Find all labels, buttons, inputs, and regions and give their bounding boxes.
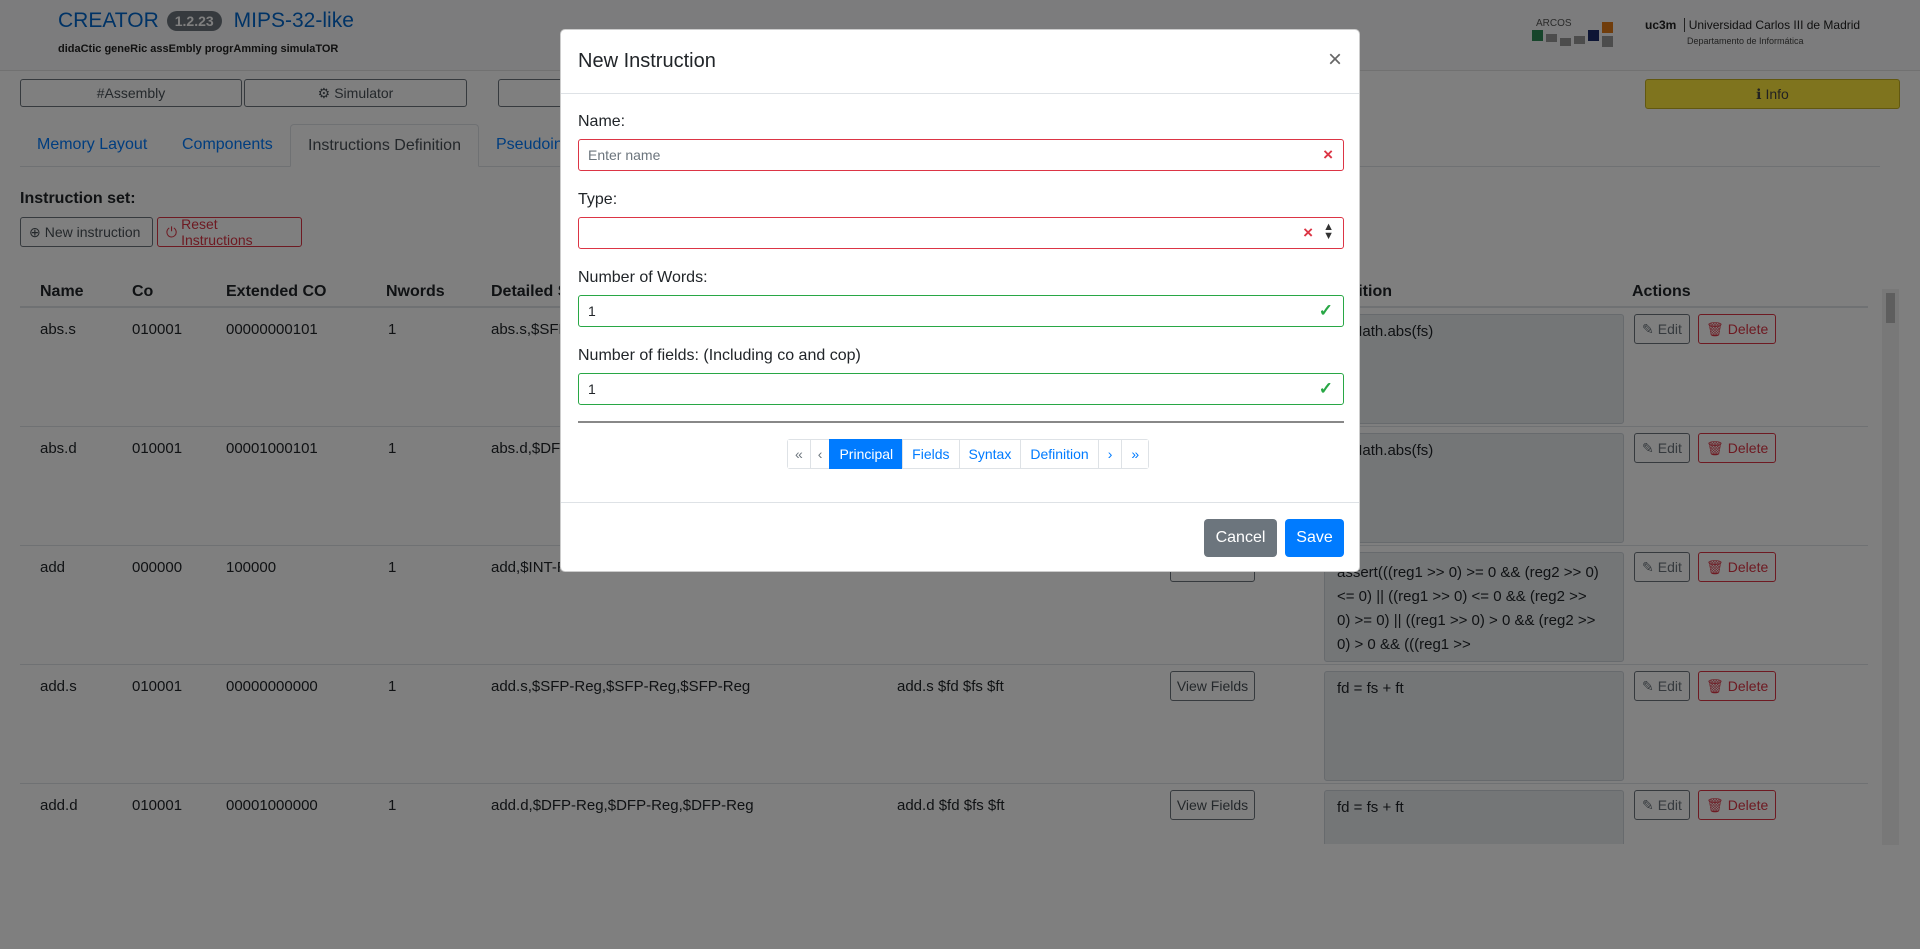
- type-label: Type:: [578, 191, 618, 208]
- page-fields[interactable]: Fields: [902, 439, 960, 469]
- type-select[interactable]: × ▲ ▼: [578, 217, 1344, 249]
- form-pagination: « ‹ Principal Fields Syntax Definition ›…: [787, 439, 1150, 469]
- page-next-button[interactable]: ›: [1097, 439, 1123, 469]
- page-first-button[interactable]: «: [787, 439, 811, 469]
- nwords-value: 1: [588, 303, 596, 319]
- nfields-input[interactable]: 1 ✓: [578, 373, 1344, 405]
- form-divider: [578, 421, 1344, 423]
- valid-icon: ✓: [1318, 301, 1333, 320]
- nwords-label: Number of Words:: [578, 269, 708, 286]
- save-button[interactable]: Save: [1285, 519, 1344, 557]
- modal-header: New Instruction ×: [561, 30, 1359, 94]
- invalid-icon: ×: [1303, 223, 1313, 242]
- nwords-input[interactable]: 1 ✓: [578, 295, 1344, 327]
- page-last-button[interactable]: »: [1121, 439, 1150, 469]
- new-instruction-modal: New Instruction × Name: Enter name × Typ…: [560, 29, 1360, 572]
- cancel-button[interactable]: Cancel: [1204, 519, 1277, 557]
- modal-footer: Cancel Save: [561, 502, 1359, 573]
- name-input[interactable]: Enter name ×: [578, 139, 1344, 171]
- page-prev-button[interactable]: ‹: [809, 439, 831, 469]
- nfields-label: Number of fields: (Including co and cop): [578, 347, 861, 364]
- nfields-value: 1: [588, 381, 596, 397]
- close-icon[interactable]: ×: [1328, 46, 1342, 74]
- page-principal[interactable]: Principal: [829, 439, 904, 469]
- page-definition[interactable]: Definition: [1020, 439, 1099, 469]
- valid-icon: ✓: [1318, 379, 1333, 398]
- invalid-icon: ×: [1323, 145, 1333, 164]
- modal-title: New Instruction: [578, 50, 716, 72]
- name-placeholder: Enter name: [588, 147, 661, 163]
- name-label: Name:: [578, 113, 626, 130]
- select-arrows-icon: ▲ ▼: [1323, 221, 1334, 242]
- page-syntax[interactable]: Syntax: [958, 439, 1022, 469]
